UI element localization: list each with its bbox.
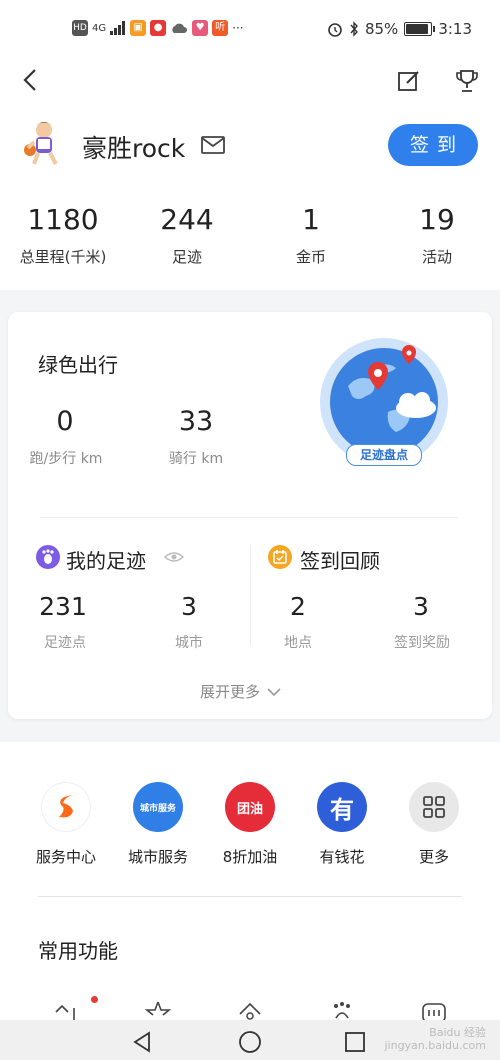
trophy-icon[interactable]: [454, 68, 480, 94]
star-icon[interactable]: [144, 998, 172, 1022]
red-mic-icon: ●: [150, 20, 167, 36]
bluetooth-icon: [350, 21, 358, 37]
paw-icon[interactable]: [328, 998, 356, 1022]
network-label: 4G: [92, 22, 107, 34]
service-label: 更多: [418, 848, 449, 866]
divider: [40, 517, 458, 518]
function-icon-1[interactable]: [52, 998, 80, 1022]
divider: [38, 896, 462, 897]
home-icon[interactable]: [236, 998, 264, 1022]
nav-recents-icon[interactable]: [344, 1031, 366, 1053]
battery-percent: 85%: [364, 20, 399, 38]
service-label: 城市服务: [127, 848, 188, 866]
green-travel-title: 绿色出行: [38, 353, 118, 377]
stat-coins[interactable]: 1 金币: [256, 202, 366, 267]
places-value: 2: [290, 592, 306, 621]
footprint-review-badge[interactable]: 足迹盘点: [346, 444, 422, 466]
signal-icon: [110, 21, 126, 35]
fuel-discount-button[interactable]: 团油 8折加油: [202, 782, 298, 867]
stat-value: 1: [302, 203, 320, 236]
back-arrow-icon[interactable]: [18, 66, 46, 94]
alarm-icon: [328, 23, 342, 37]
service-label: 服务中心: [35, 848, 96, 866]
calendar-icon: [268, 545, 292, 569]
stat-label: 总里程(千米): [19, 248, 107, 266]
loan-button[interactable]: 有 有钱花: [294, 782, 390, 867]
nav-back-icon[interactable]: [132, 1031, 152, 1053]
stat-value: 19: [419, 203, 455, 236]
status-bar-left: HD 4G ▣ ● ♥ 听 ···: [72, 20, 244, 36]
watermark: Baidu 经验 jingyan.baidu.com: [384, 1026, 486, 1052]
edit-icon[interactable]: [396, 68, 422, 94]
eye-icon[interactable]: [164, 551, 184, 563]
stat-label: 活动: [421, 248, 452, 266]
more-notifications: ···: [232, 21, 244, 35]
cities-label: 城市: [175, 635, 203, 651]
listen-icon: 听: [212, 20, 229, 36]
battery-icon: [404, 22, 436, 36]
city-service-icon: 城市服务: [133, 782, 183, 832]
fuel-icon: 团油: [225, 782, 275, 832]
places-label: 地点: [284, 635, 312, 651]
stat-value: 244: [160, 203, 214, 236]
status-bar-right: 85% 3:13: [327, 20, 472, 38]
stat-activities[interactable]: 19 活动: [382, 202, 492, 267]
stat-total-distance[interactable]: 1180 总里程(千米): [8, 202, 118, 267]
checkin-reward-value: 3: [413, 592, 429, 621]
expand-more-button[interactable]: 展开更多: [200, 681, 282, 702]
city-service-button[interactable]: 城市服务 城市服务: [110, 782, 206, 867]
run-walk-value: 0: [56, 406, 74, 437]
meter-icon[interactable]: [420, 998, 448, 1022]
common-functions-title: 常用功能: [38, 939, 118, 963]
stat-footprints[interactable]: 244 足迹: [132, 202, 242, 267]
hd-icon: HD: [72, 20, 88, 36]
divider: [250, 545, 251, 645]
run-walk-label: 跑/步行 km: [29, 451, 103, 467]
orange-app-icon: ▣: [130, 20, 147, 36]
clock: 3:13: [438, 20, 472, 38]
cycling-value: 33: [178, 406, 214, 437]
mail-icon[interactable]: [200, 134, 226, 156]
checkin-reward-label: 签到奖励: [394, 635, 450, 651]
chevron-down-icon: [267, 687, 281, 696]
stat-label: 金币: [295, 248, 326, 266]
username: 豪胜rock: [82, 134, 186, 163]
avatar[interactable]: [20, 118, 70, 168]
stat-value: 1180: [27, 203, 99, 236]
service-label: 8折加油: [222, 848, 278, 866]
service-center-button[interactable]: 服务中心: [18, 782, 114, 867]
cloud-icon: [172, 23, 188, 33]
signin-button[interactable]: 签到: [388, 124, 478, 166]
page: HD 4G ▣ ● ♥ 听 ··· 85% 3:13 豪胜rock 签到 118…: [0, 0, 500, 1060]
stat-label: 足迹: [171, 248, 202, 266]
footprint-points-label: 足迹点: [44, 635, 86, 651]
more-services-button[interactable]: 更多: [386, 782, 482, 867]
cities-value: 3: [181, 592, 197, 621]
service-center-icon: [41, 782, 91, 832]
expand-more-label: 展开更多: [200, 683, 261, 701]
loan-icon: 有: [317, 782, 367, 832]
footprint-points-value: 231: [39, 592, 87, 621]
my-footprint-title[interactable]: 我的足迹: [66, 545, 146, 574]
service-label: 有钱花: [319, 848, 365, 866]
pink-app-icon: ♥: [192, 20, 209, 36]
notification-dot: [91, 996, 98, 1003]
more-grid-icon: [409, 782, 459, 832]
checkin-review-title[interactable]: 签到回顾: [300, 545, 380, 574]
footprint-icon: [36, 545, 60, 569]
cycling-label: 骑行 km: [168, 451, 224, 467]
nav-home-icon[interactable]: [238, 1030, 262, 1054]
